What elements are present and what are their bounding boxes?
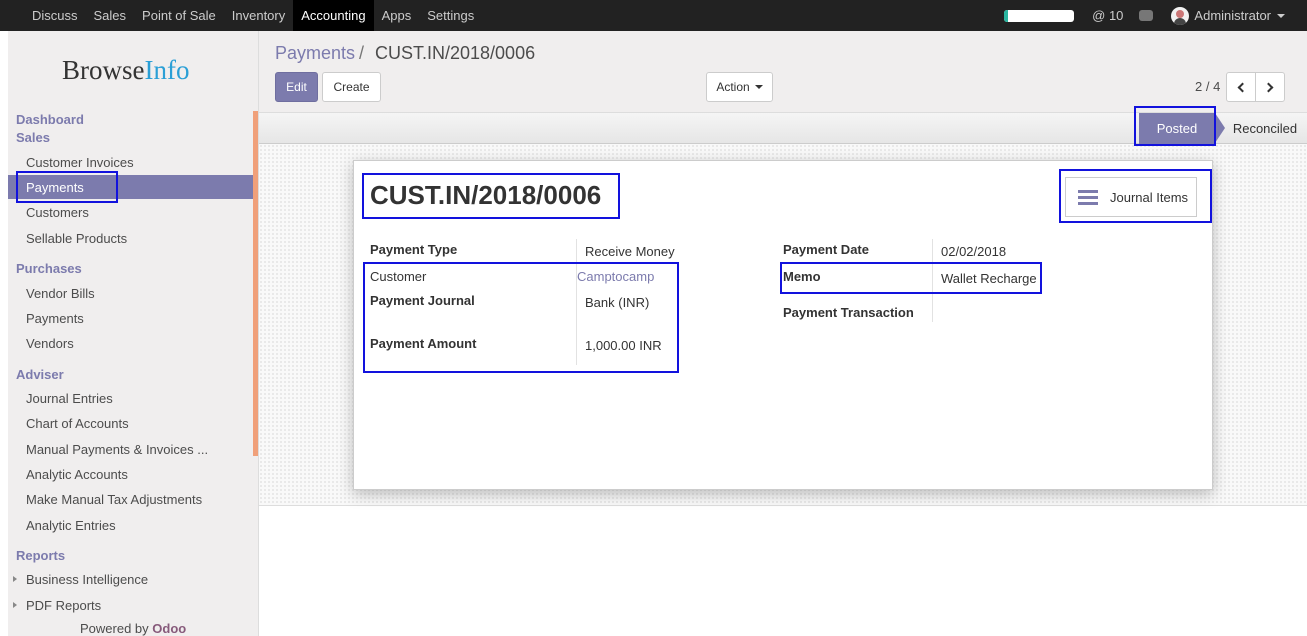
sidebar-edge bbox=[0, 31, 8, 636]
sidebar-item-business-intelligence[interactable]: Business Intelligence bbox=[26, 572, 148, 587]
sidebar-item-tax-adjustments[interactable]: Make Manual Tax Adjustments bbox=[26, 492, 202, 507]
document-title: CUST.IN/2018/0006 bbox=[370, 180, 602, 210]
avatar[interactable] bbox=[1171, 6, 1190, 25]
logo-accent: Info bbox=[144, 55, 190, 85]
pager-next-button[interactable] bbox=[1255, 72, 1285, 102]
action-dropdown[interactable]: Action bbox=[706, 72, 773, 102]
sidebar-section-sales[interactable]: Sales bbox=[16, 130, 50, 145]
memo-value: Wallet Recharge bbox=[941, 271, 1037, 286]
field-separator bbox=[932, 239, 933, 322]
menu-point-of-sale[interactable]: Point of Sale bbox=[134, 0, 224, 31]
sidebar-section-dashboard[interactable]: Dashboard bbox=[16, 112, 84, 127]
sidebar-item-payments[interactable]: Payments bbox=[8, 175, 253, 199]
payment-transaction-label: Payment Transaction bbox=[783, 305, 914, 320]
payment-amount-value: 1,000.00 INR bbox=[585, 338, 662, 353]
field-separator bbox=[576, 239, 577, 365]
create-button[interactable]: Create bbox=[322, 72, 381, 102]
pager-previous-button[interactable] bbox=[1226, 72, 1256, 102]
caret-right-icon[interactable] bbox=[13, 576, 17, 582]
payment-amount-label: Payment Amount bbox=[370, 336, 477, 351]
bars-icon bbox=[1078, 189, 1098, 205]
payment-date-value: 02/02/2018 bbox=[941, 244, 1007, 259]
payment-journal-label: Payment Journal bbox=[370, 293, 475, 308]
stage-reconciled[interactable]: Reconciled bbox=[1225, 113, 1305, 144]
sidebar-item-analytic-accounts[interactable]: Analytic Accounts bbox=[26, 467, 128, 482]
sidebar-item-vendor-payments[interactable]: Payments bbox=[26, 311, 84, 326]
chevron-right-icon bbox=[1263, 82, 1274, 92]
sidebar-section-purchases[interactable]: Purchases bbox=[16, 261, 82, 276]
menu-inventory[interactable]: Inventory bbox=[224, 0, 293, 31]
sidebar-item-vendor-bills[interactable]: Vendor Bills bbox=[26, 286, 95, 301]
menu-sales[interactable]: Sales bbox=[86, 0, 135, 31]
sidebar-item-label: Payments bbox=[26, 180, 84, 195]
caret-right-icon[interactable] bbox=[13, 602, 17, 608]
odoo-brand: Odoo bbox=[152, 621, 187, 636]
menu-apps[interactable]: Apps bbox=[374, 0, 420, 31]
sidebar-section-adviser[interactable]: Adviser bbox=[16, 367, 64, 382]
systray: @ 10 Administrator bbox=[1004, 0, 1307, 31]
sidebar-item-vendors[interactable]: Vendors bbox=[26, 336, 74, 351]
powered-by[interactable]: Powered by Odoo bbox=[80, 621, 186, 636]
sidebar-item-customer-invoices[interactable]: Customer Invoices bbox=[26, 155, 134, 170]
mentions-counter[interactable]: @ 10 bbox=[1092, 8, 1123, 23]
menu-settings[interactable]: Settings bbox=[419, 0, 482, 31]
status-bar: Posted Reconciled bbox=[259, 113, 1307, 144]
user-menu[interactable]: Administrator bbox=[1194, 8, 1271, 23]
app-menu: Discuss Sales Point of Sale Inventory Ac… bbox=[0, 0, 482, 31]
progress-fill bbox=[1004, 9, 1008, 22]
breadcrumb-separator: / bbox=[359, 43, 365, 63]
menu-accounting[interactable]: Accounting bbox=[293, 0, 374, 31]
sidebar: BrowseInfo Dashboard Sales Customer Invo… bbox=[0, 31, 259, 636]
stage-posted[interactable]: Posted bbox=[1139, 113, 1225, 144]
control-panel: Payments / CUST.IN/2018/0006 Edit Create… bbox=[259, 31, 1307, 113]
action-label: Action bbox=[716, 80, 750, 94]
journal-items-button[interactable]: Journal Items bbox=[1065, 177, 1197, 217]
pager-value[interactable]: 2 / 4 bbox=[1195, 79, 1220, 94]
sidebar-item-analytic-entries[interactable]: Analytic Entries bbox=[26, 518, 116, 533]
payment-journal-value: Bank (INR) bbox=[585, 295, 650, 310]
chat-icon[interactable] bbox=[1139, 10, 1154, 21]
sidebar-item-chart-of-accounts[interactable]: Chart of Accounts bbox=[26, 416, 129, 431]
breadcrumb-current: CUST.IN/2018/0006 bbox=[375, 43, 536, 63]
powered-by-label: Powered by bbox=[80, 621, 149, 636]
chevron-down-icon[interactable] bbox=[1277, 13, 1285, 18]
sidebar-item-journal-entries[interactable]: Journal Entries bbox=[26, 391, 113, 406]
form-sheet: CUST.IN/2018/0006 Journal Items Payment … bbox=[353, 160, 1213, 490]
sidebar-item-pdf-reports[interactable]: PDF Reports bbox=[26, 598, 101, 613]
customer-link[interactable]: Camptocamp bbox=[577, 269, 654, 284]
menu-discuss[interactable]: Discuss bbox=[24, 0, 86, 31]
sidebar-section-reports[interactable]: Reports bbox=[16, 548, 65, 563]
payment-type-label: Payment Type bbox=[370, 242, 458, 257]
logo-main: Browse bbox=[62, 55, 145, 85]
breadcrumb-payments[interactable]: Payments bbox=[275, 43, 355, 64]
memo-label: Memo bbox=[783, 269, 821, 284]
sidebar-scrollbar[interactable] bbox=[253, 111, 258, 456]
sidebar-item-sellable-products[interactable]: Sellable Products bbox=[26, 231, 127, 246]
edit-button[interactable]: Edit bbox=[275, 72, 318, 102]
chevron-down-icon bbox=[754, 85, 763, 89]
customer-label: Customer bbox=[370, 269, 427, 284]
chevron-left-icon bbox=[1237, 82, 1248, 92]
payment-date-label: Payment Date bbox=[783, 242, 869, 257]
sidebar-item-customers[interactable]: Customers bbox=[26, 205, 89, 220]
sidebar-item-manual-payments[interactable]: Manual Payments & Invoices ... bbox=[26, 442, 208, 457]
progress-bar[interactable] bbox=[1004, 9, 1075, 22]
payment-type-value: Receive Money bbox=[585, 244, 675, 259]
logo: BrowseInfo bbox=[62, 55, 189, 86]
top-navbar: Discuss Sales Point of Sale Inventory Ac… bbox=[0, 0, 1307, 31]
journal-items-label: Journal Items bbox=[1110, 189, 1189, 205]
